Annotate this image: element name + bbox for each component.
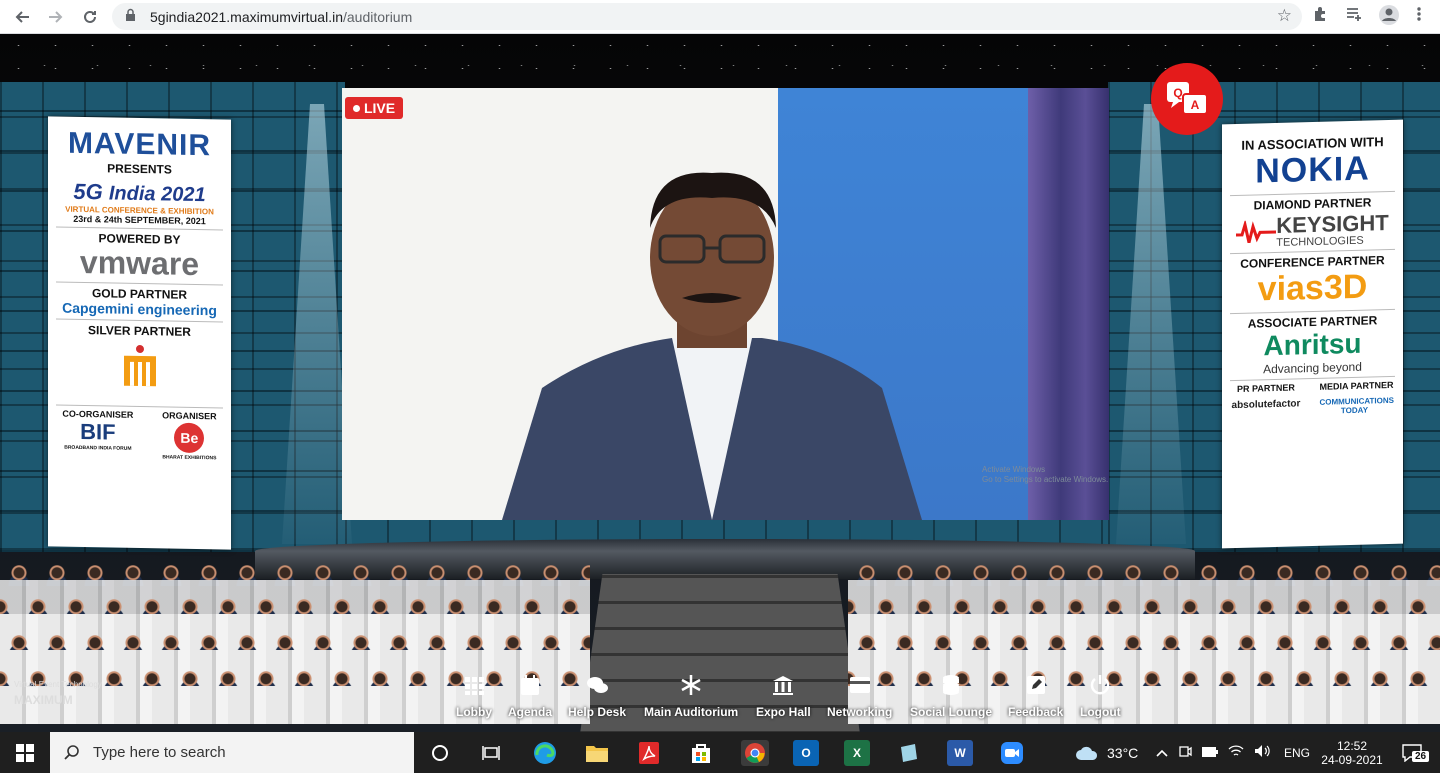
communications-today-logo: COMMUNICATIONS TODAY: [1319, 395, 1394, 416]
zoom-icon[interactable]: [999, 740, 1025, 766]
pr-partner-block: PR PARTNER absolutefactor: [1231, 382, 1301, 412]
mavenir-logo: MAVENIR: [67, 126, 212, 163]
calendar-icon: [521, 675, 539, 695]
database-icon: [943, 675, 959, 695]
store-icon[interactable]: [688, 740, 714, 766]
nokia-logo: NOKIA: [1255, 149, 1370, 191]
wifi-icon[interactable]: [1228, 745, 1244, 760]
event-title: 5G India 2021: [73, 178, 206, 207]
back-icon[interactable]: [10, 5, 34, 29]
speaker-figure: [502, 172, 922, 520]
co-organiser-block: CO-ORGANISER BIF BROADBAND INDIA FORUM: [62, 408, 134, 452]
windows-start-icon[interactable]: [12, 740, 38, 766]
cloud-icon: [1076, 746, 1098, 760]
live-badge: LIVE: [345, 97, 403, 119]
notification-center[interactable]: 26: [1402, 732, 1430, 773]
battery-icon[interactable]: [1202, 746, 1218, 760]
menu-logout[interactable]: Logout: [1080, 674, 1121, 719]
building-icon: [773, 676, 794, 695]
taskbar-search-box[interactable]: Type here to search: [50, 732, 414, 773]
menu-lobby[interactable]: Lobby: [456, 674, 492, 719]
menu-agenda[interactable]: Agenda: [508, 674, 552, 719]
weather-widget[interactable]: 33°C: [1075, 732, 1138, 773]
bif-logo: BIF: [80, 418, 116, 445]
clock-time: 12:52: [1336, 738, 1368, 753]
qa-button[interactable]: Q A: [1151, 63, 1223, 135]
bookmark-star-icon[interactable]: ☆: [1277, 6, 1292, 26]
more-menu-icon[interactable]: [1416, 6, 1422, 27]
vmware-logo: vmware: [79, 243, 200, 283]
language-indicator[interactable]: ENG: [1284, 746, 1310, 760]
outlook-icon[interactable]: O: [793, 740, 819, 766]
cortana-icon[interactable]: [427, 740, 453, 766]
lock-icon: [125, 8, 136, 27]
menu-social-lounge[interactable]: Social Lounge: [910, 674, 992, 719]
search-icon: [64, 744, 80, 764]
extensions-icon[interactable]: [1312, 6, 1328, 27]
excel-icon[interactable]: X: [844, 740, 870, 766]
clock-date: 24-09-2021: [1321, 752, 1383, 767]
chevron-up-icon[interactable]: [1156, 746, 1168, 760]
organiser-block: ORGANISER Be BHARAT EXHIBITIONS: [162, 410, 217, 462]
menu-expo-hall[interactable]: Expo Hall: [756, 674, 811, 719]
snowflake-icon: [681, 675, 701, 695]
silver-partner-logo: [120, 344, 160, 389]
menu-feedback[interactable]: Feedback: [1008, 674, 1063, 719]
clock[interactable]: 12:52 24-09-2021: [1320, 732, 1384, 773]
right-sponsor-banner: IN ASSOCIATION WITH NOKIA DIAMOND PARTNE…: [1222, 119, 1403, 549]
notification-count: 26: [1412, 751, 1430, 762]
profile-icon[interactable]: [1378, 4, 1400, 31]
bharat-exhibitions-logo: Be: [174, 422, 205, 454]
meet-now-icon[interactable]: [1178, 744, 1192, 761]
temperature-label: 33°C: [1107, 744, 1139, 761]
notes-app-icon[interactable]: [896, 740, 922, 766]
chrome-icon[interactable]: [741, 740, 769, 766]
live-video-screen[interactable]: Activate Windows Go to Settings to activ…: [342, 88, 1109, 520]
absolutefactor-logo: absolutefactor: [1231, 398, 1301, 412]
svg-text:Q: Q: [1173, 86, 1182, 100]
url-text: 5gindia2021.maximumvirtual.in/auditorium: [150, 9, 413, 25]
task-view-icon[interactable]: [478, 740, 504, 766]
media-partner-block: MEDIA PARTNER COMMUNICATIONS TODAY: [1319, 379, 1394, 416]
browser-toolbar: 5gindia2021.maximumvirtual.in/auditorium…: [0, 0, 1440, 34]
menu-networking[interactable]: Networking: [827, 674, 892, 719]
menu-main-auditorium[interactable]: Main Auditorium: [644, 674, 738, 719]
keysight-logo: KEYSIGHT TECHNOLOGIES: [1222, 210, 1403, 251]
reload-icon[interactable]: [78, 5, 102, 29]
maximum-virtual-watermark: Virtual Event Technology MAXIMUM: [14, 680, 102, 707]
svg-text:A: A: [1191, 98, 1200, 112]
event-dates: 23rd & 24th SEPTEMBER, 2021: [73, 213, 206, 227]
windows-taskbar: Type here to search O X W 33°C ENG 12:52…: [0, 732, 1440, 773]
forward-icon[interactable]: [44, 5, 68, 29]
auditorium-scene: MAVENIR PRESENTS 5G India 2021 VIRTUAL C…: [0, 34, 1440, 732]
system-tray: ENG: [1156, 732, 1310, 773]
menu-help-desk[interactable]: Help Desk: [568, 674, 626, 719]
chat-icon: [587, 677, 609, 693]
edge-icon[interactable]: [532, 740, 558, 766]
file-explorer-icon[interactable]: [584, 740, 610, 766]
reading-list-icon[interactable]: [1346, 6, 1362, 27]
edit-icon: [1026, 676, 1045, 694]
grid-icon: [465, 677, 484, 695]
silver-partner-label: SILVER PARTNER: [88, 323, 191, 339]
search-placeholder: Type here to search: [93, 744, 226, 761]
power-icon: [1091, 675, 1110, 695]
activate-windows-watermark: Activate Windows Go to Settings to activ…: [982, 465, 1109, 484]
word-icon[interactable]: W: [947, 740, 973, 766]
acrobat-icon[interactable]: [636, 740, 662, 766]
qa-icon: Q A: [1167, 82, 1208, 115]
anritsu-logo: Anritsu: [1263, 327, 1362, 362]
vias3d-logo: vias3D: [1257, 267, 1368, 309]
card-icon: [849, 677, 870, 693]
address-bar[interactable]: 5gindia2021.maximumvirtual.in/auditorium…: [112, 3, 1302, 30]
capgemini-logo: Capgemini engineering: [62, 299, 217, 319]
left-sponsor-banner: MAVENIR PRESENTS 5G India 2021 VIRTUAL C…: [48, 116, 231, 550]
volume-icon[interactable]: [1254, 744, 1270, 761]
